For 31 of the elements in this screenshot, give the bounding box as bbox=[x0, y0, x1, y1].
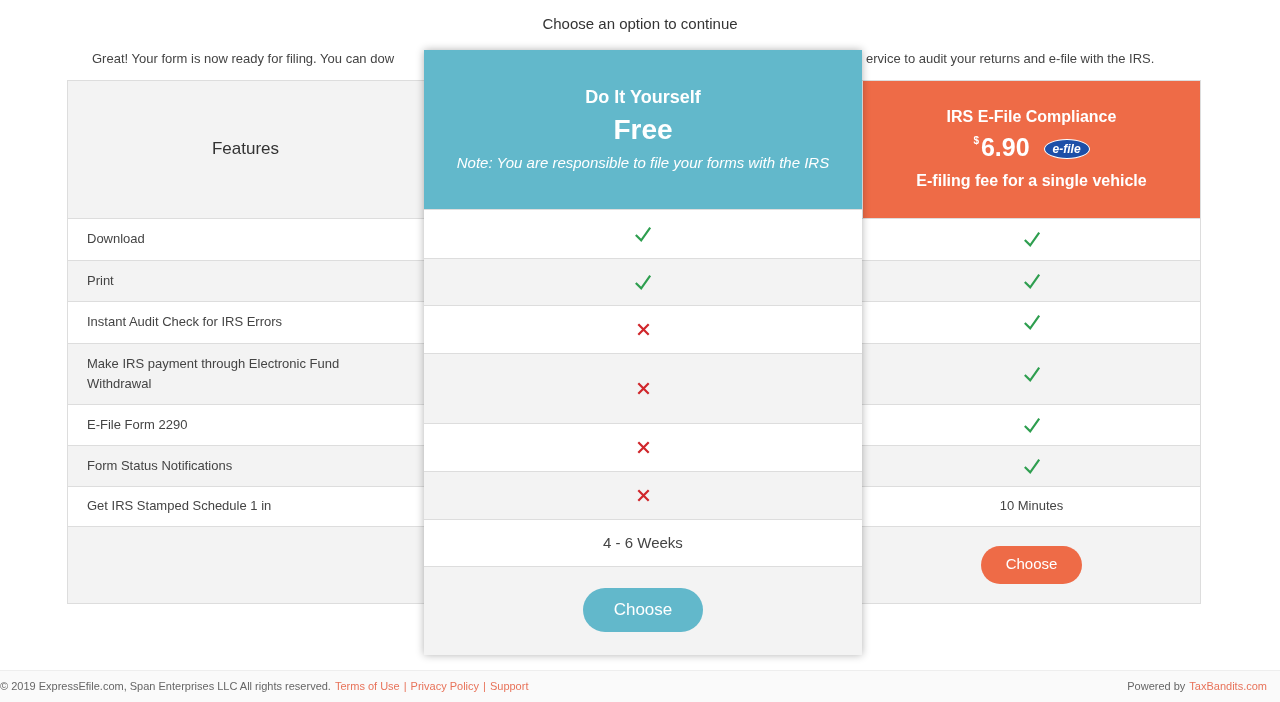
footer-link[interactable]: Support bbox=[489, 678, 529, 695]
feature-label: Form Status Notifications bbox=[87, 456, 233, 475]
cell-text: 10 Minutes bbox=[999, 497, 1064, 516]
plan-note: Note: You are responsible to file your forms with the IRS bbox=[456, 153, 830, 173]
page-heading: Choose an option to continue bbox=[541, 14, 739, 34]
currency-symbol: $ bbox=[973, 134, 979, 148]
footer-link[interactable]: Privacy Policy bbox=[410, 678, 480, 695]
copyright-text: © 2019 ExpressEfile.com, Span Enterprises LLC All rights reserved. bbox=[0, 679, 331, 695]
plan-title: IRS E-File Compliance bbox=[946, 107, 1117, 127]
plan-price: 6.90 bbox=[980, 132, 1030, 163]
choose-button[interactable]: Choose bbox=[980, 545, 1083, 584]
column-heading: Features bbox=[211, 138, 280, 161]
footer-link[interactable]: TaxBandits.com bbox=[1189, 678, 1267, 695]
feature-label: E-File Form 2290 bbox=[87, 415, 188, 434]
plan-subtitle: E-filing fee for a single vehicle bbox=[916, 171, 1147, 191]
feature-label: Get IRS Stamped Schedule 1 in bbox=[87, 497, 272, 515]
link-separator: | bbox=[403, 679, 407, 695]
intro-text: ervice to audit your returns and e-file with the IRS. bbox=[866, 50, 1155, 66]
feature-label: Download bbox=[87, 230, 145, 248]
cell-text: 4 - 6 Weeks bbox=[603, 532, 683, 553]
powered-by-text: Powered by bbox=[1127, 679, 1186, 695]
footer-link[interactable]: Terms of Use bbox=[334, 678, 400, 695]
feature-label: Print bbox=[87, 271, 114, 290]
plan-title: Do It Yourself bbox=[585, 86, 701, 109]
efile-logo: e-file bbox=[1043, 139, 1090, 159]
feature-label: Make IRS payment through Electronic Fund Withdrawal bbox=[87, 354, 341, 393]
intro-text: Great! Your form is now ready for filing. You can dow bbox=[92, 50, 395, 66]
link-separator: | bbox=[483, 679, 486, 695]
feature-label: Instant Audit Check for IRS Errors bbox=[87, 313, 283, 331]
plan-price: Free bbox=[613, 113, 673, 147]
choose-button[interactable]: Choose bbox=[582, 588, 704, 632]
